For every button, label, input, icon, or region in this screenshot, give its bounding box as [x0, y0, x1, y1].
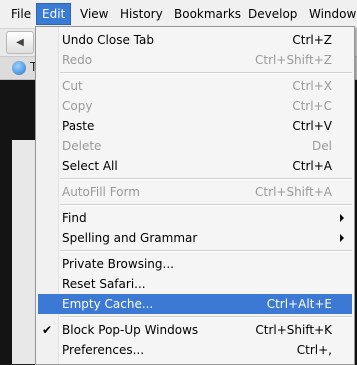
menu-item-redo[interactable]: Redo Ctrl+Shift+Z	[38, 50, 352, 70]
menu-item-label: Find	[62, 211, 87, 225]
menu-item-shortcut: Ctrl+X	[292, 79, 332, 93]
menu-item-shortcut: Ctrl+Z	[292, 33, 332, 47]
menu-item-label: Redo	[62, 53, 93, 67]
submenu-arrow-icon	[340, 234, 344, 242]
menu-item-shortcut: Ctrl+Shift+K	[255, 323, 332, 337]
menu-item-label: AutoFill Form	[62, 185, 140, 199]
menu-separator	[60, 72, 352, 74]
menu-item-shortcut: Ctrl+Shift+Z	[255, 53, 332, 67]
menu-item-undo-close-tab[interactable]: Undo Close Tab Ctrl+Z	[38, 30, 352, 50]
edit-menu: Undo Close Tab Ctrl+Z Redo Ctrl+Shift+Z …	[35, 26, 355, 365]
menu-item-paste[interactable]: Paste Ctrl+V	[38, 116, 352, 136]
menu-item-delete[interactable]: Delete Del	[38, 136, 352, 156]
menu-item-select-all[interactable]: Select All Ctrl+A	[38, 156, 352, 176]
menu-item-label: Empty Cache...	[62, 297, 154, 311]
menu-separator	[60, 316, 352, 318]
menu-item-label: Reset Safari...	[62, 277, 146, 291]
menu-develop[interactable]: Develop	[243, 4, 302, 24]
menu-bar: File Edit View History Bookmarks Develop…	[0, 0, 357, 29]
menu-view[interactable]: View	[75, 4, 113, 24]
menu-item-shortcut: Ctrl+Shift+A	[255, 185, 332, 199]
menu-item-shortcut: Ctrl+A	[292, 159, 332, 173]
menu-item-label: Block Pop-Up Windows	[62, 323, 199, 337]
menu-separator	[60, 178, 352, 180]
menu-item-shortcut: Ctrl+V	[292, 119, 332, 133]
menu-item-spelling-and-grammar[interactable]: Spelling and Grammar	[38, 228, 352, 248]
menu-item-preferences[interactable]: Preferences... Ctrl+,	[38, 340, 352, 360]
menu-item-empty-cache[interactable]: Empty Cache... Ctrl+Alt+E	[38, 294, 352, 314]
menu-file[interactable]: File	[6, 4, 36, 24]
menu-item-label: Paste	[62, 119, 95, 133]
menu-item-private-browsing[interactable]: Private Browsing...	[38, 254, 352, 274]
menu-item-label: Select All	[62, 159, 118, 173]
menu-item-shortcut: Ctrl+,	[296, 343, 332, 357]
menu-item-label: Delete	[62, 139, 102, 153]
menu-item-find[interactable]: Find	[38, 208, 352, 228]
menu-item-label: Preferences...	[62, 343, 145, 357]
submenu-arrow-icon	[340, 214, 344, 222]
menu-item-label: Undo Close Tab	[62, 33, 154, 47]
back-button[interactable]: ◀	[6, 31, 34, 54]
menu-bookmarks[interactable]: Bookmarks	[169, 4, 246, 24]
menu-window[interactable]: Window	[304, 4, 357, 24]
menu-item-autofill-form[interactable]: AutoFill Form Ctrl+Shift+A	[38, 182, 352, 202]
menu-item-shortcut: Del	[312, 139, 332, 153]
menu-history[interactable]: History	[115, 4, 168, 24]
checkmark-icon: ✔	[42, 323, 53, 337]
menu-item-label: Cut	[62, 79, 83, 93]
menu-item-label: Spelling and Grammar	[62, 231, 198, 245]
menu-item-copy[interactable]: Copy Ctrl+C	[38, 96, 352, 116]
back-arrow-icon: ◀	[16, 37, 24, 48]
menu-item-block-popup-windows[interactable]: ✔ Block Pop-Up Windows Ctrl+Shift+K	[38, 320, 352, 340]
menu-item-cut[interactable]: Cut Ctrl+X	[38, 76, 352, 96]
menu-edit[interactable]: Edit	[36, 3, 72, 25]
menu-item-shortcut: Ctrl+C	[292, 99, 332, 113]
menu-item-label: Copy	[62, 99, 93, 113]
menu-item-reset-safari[interactable]: Reset Safari...	[38, 274, 352, 294]
safari-favicon-icon	[12, 61, 26, 75]
menu-separator	[60, 204, 352, 206]
menu-separator	[60, 250, 352, 252]
menu-item-label: Private Browsing...	[62, 257, 174, 271]
menu-item-shortcut: Ctrl+Alt+E	[266, 297, 332, 311]
